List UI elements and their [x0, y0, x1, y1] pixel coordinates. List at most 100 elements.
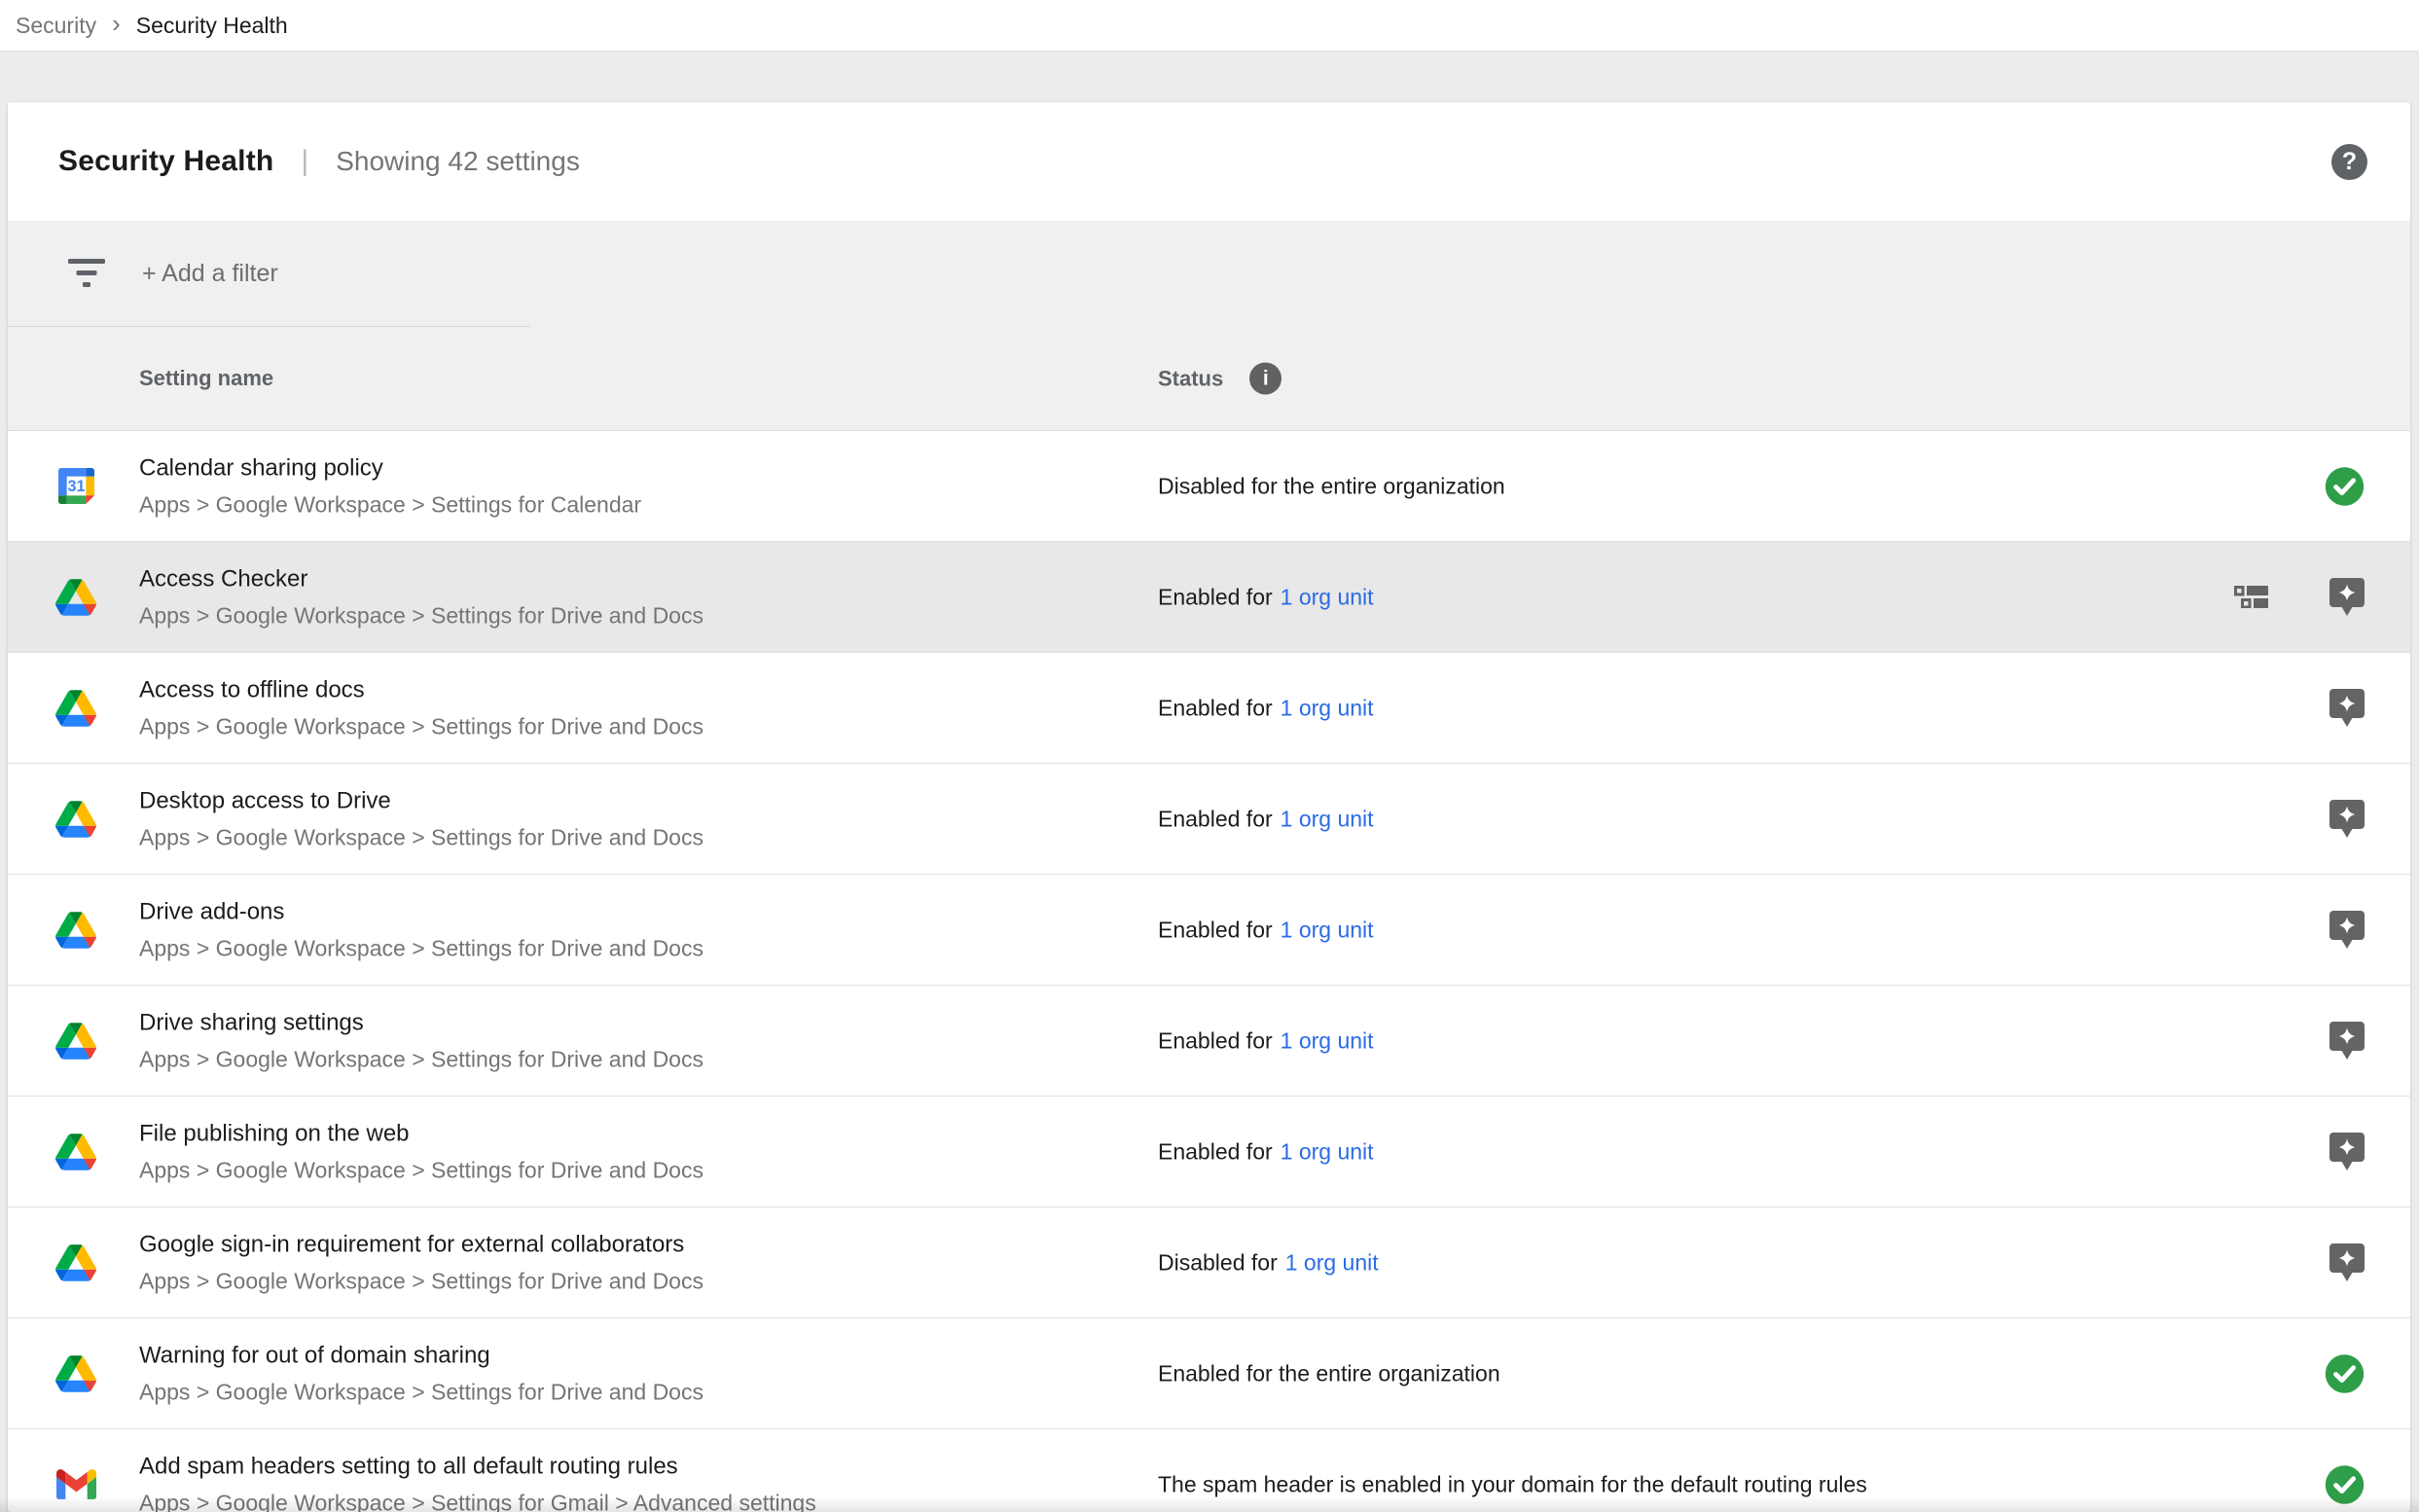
setting-name: Drive add-ons	[139, 898, 704, 925]
app-icon-cell: 31	[55, 688, 96, 729]
status-text: Disabled for the entire organization	[1158, 473, 1505, 498]
org-unit-link[interactable]: 1 org unit	[1281, 584, 1374, 609]
setting-cell: Access to offline docs Apps > Google Wor…	[139, 676, 704, 739]
row-actions	[2329, 1242, 2365, 1283]
drive-icon	[55, 801, 96, 838]
table-row[interactable]: 31 Desktop access to Drive Ap	[8, 764, 2410, 875]
check-circle-icon	[2324, 1463, 2365, 1505]
check-circle-icon	[2324, 1352, 2365, 1394]
add-filter-label: + Add a filter	[142, 260, 278, 288]
table-row[interactable]: 31 Warning for out of domain sharin	[8, 1318, 2410, 1429]
status-info-icon[interactable]: i	[1249, 363, 1282, 395]
setting-name: Drive sharing settings	[139, 1009, 704, 1036]
row-actions	[2234, 577, 2365, 618]
security-health-card: Security Health | Showing 42 settings ? …	[8, 102, 2410, 1512]
setting-path: Apps > Google Workspace > Settings for C…	[139, 491, 641, 518]
org-unit-link[interactable]: 1 org unit	[1281, 1138, 1374, 1164]
table-row[interactable]: 31 Calendar sharing policy Ap	[8, 431, 2410, 542]
breadcrumb-current: Security Health	[136, 13, 288, 39]
row-actions	[2324, 1463, 2365, 1505]
settings-count: Showing 42 settings	[336, 146, 580, 177]
row-actions	[2329, 910, 2365, 951]
status-text: Enabled for the entire organization	[1158, 1360, 1500, 1386]
recommendation-icon	[2329, 1132, 2365, 1172]
table-row[interactable]: 31 File publishing on the web	[8, 1097, 2410, 1207]
recommendation-badge[interactable]	[2329, 799, 2365, 840]
table-row[interactable]: 31 Access Checker Apps > Goog	[8, 542, 2410, 653]
setting-path: Apps > Google Workspace > Settings for D…	[139, 1046, 704, 1072]
setting-path: Apps > Google Workspace > Settings for D…	[139, 935, 704, 961]
org-unit-link[interactable]: 1 org unit	[1285, 1249, 1379, 1275]
recommendation-badge[interactable]	[2329, 1132, 2365, 1172]
recommendation-icon	[2329, 688, 2365, 729]
svg-text:31: 31	[67, 478, 85, 495]
breadcrumb: Security › Security Health	[0, 0, 2419, 51]
table-row[interactable]: 31 Add spam headers setting to all	[8, 1429, 2410, 1512]
status-cell: Disabled for1 org unit	[1158, 1249, 1379, 1276]
setting-name: Add spam headers setting to all default …	[139, 1453, 816, 1480]
card-header: Security Health | Showing 42 settings ?	[8, 102, 2410, 221]
gmail-icon	[56, 1469, 96, 1499]
status-cell: Enabled for 1 org unit	[1158, 806, 1374, 832]
setting-path: Apps > Google Workspace > Settings for G…	[139, 1490, 816, 1512]
status-cell: The spam header is enabled in your domai…	[1158, 1471, 1867, 1497]
title-separator: |	[301, 145, 308, 178]
setting-cell: Google sign-in requirement for external …	[139, 1231, 704, 1294]
org-unit-link[interactable]: 1 org unit	[1281, 1027, 1374, 1053]
settings-list: 31 Calendar sharing policy Ap	[8, 431, 2410, 1512]
recommendation-badge[interactable]	[2329, 577, 2365, 618]
setting-name: Access to offline docs	[139, 676, 704, 703]
status-text: Enabled for	[1158, 584, 1273, 609]
status-cell: Enabled for 1 org unit	[1158, 917, 1374, 943]
org-unit-link[interactable]: 1 org unit	[1281, 695, 1374, 720]
setting-cell: File publishing on the web Apps > Google…	[139, 1120, 704, 1183]
table-row[interactable]: 31 Access to offline docs App	[8, 653, 2410, 764]
column-setting-name: Setting name	[139, 366, 273, 391]
app-icon-cell: 31	[55, 1353, 96, 1394]
status-text: The spam header is enabled in your domai…	[1158, 1471, 1867, 1496]
setting-path: Apps > Google Workspace > Settings for D…	[139, 1268, 704, 1294]
org-units-indicator	[2234, 586, 2268, 608]
setting-path: Apps > Google Workspace > Settings for D…	[139, 1379, 704, 1405]
help-icon[interactable]: ?	[2331, 144, 2367, 180]
toolbar: + Add a filter Setting name Status i	[8, 221, 2410, 431]
setting-cell: Drive sharing settings Apps > Google Wor…	[139, 1009, 704, 1072]
status-cell: Enabled for1 org unit	[1158, 695, 1374, 721]
table-row[interactable]: 31 Drive sharing settings App	[8, 986, 2410, 1097]
breadcrumb-chevron-icon: ›	[112, 11, 121, 36]
setting-name: File publishing on the web	[139, 1120, 704, 1147]
setting-path: Apps > Google Workspace > Settings for D…	[139, 824, 704, 850]
breadcrumb-parent[interactable]: Security	[16, 13, 96, 39]
row-actions	[2329, 1021, 2365, 1062]
status-text: Enabled for	[1158, 806, 1273, 831]
table-row[interactable]: 31 Google sign-in requirement for e	[8, 1207, 2410, 1318]
add-filter-button[interactable]: + Add a filter	[8, 221, 2410, 326]
status-cell: Enabled for1 org unit	[1158, 1027, 1374, 1054]
setting-name: Desktop access to Drive	[139, 787, 704, 814]
recommendation-icon	[2329, 910, 2365, 951]
org-unit-link[interactable]: 1 org unit	[1281, 806, 1374, 831]
status-cell: Enabled for1 org unit	[1158, 1138, 1374, 1165]
setting-cell: Add spam headers setting to all default …	[139, 1453, 816, 1512]
row-actions	[2329, 688, 2365, 729]
status-text: Enabled for	[1158, 917, 1273, 942]
drive-icon	[55, 690, 96, 727]
recommendation-badge[interactable]	[2329, 1021, 2365, 1062]
recommendation-badge[interactable]	[2329, 1242, 2365, 1283]
app-icon-cell: 31	[55, 799, 96, 840]
app-icon-cell: 31	[55, 577, 96, 618]
status-cell: Enabled for 1 org unit	[1158, 584, 1374, 610]
column-status: Status	[1158, 366, 1223, 391]
calendar-icon: 31	[58, 468, 94, 504]
drive-icon	[55, 579, 96, 616]
row-actions	[2324, 465, 2365, 507]
recommendation-icon	[2329, 799, 2365, 840]
recommendation-badge[interactable]	[2329, 910, 2365, 951]
table-row[interactable]: 31 Drive add-ons Apps > Googl	[8, 875, 2410, 986]
recommendation-badge[interactable]	[2329, 688, 2365, 729]
org-unit-link[interactable]: 1 org unit	[1281, 917, 1374, 942]
setting-path: Apps > Google Workspace > Settings for D…	[139, 602, 704, 629]
recommendation-icon	[2329, 1242, 2365, 1283]
page-title: Security Health	[58, 145, 273, 178]
setting-cell: Warning for out of domain sharing Apps >…	[139, 1342, 704, 1405]
